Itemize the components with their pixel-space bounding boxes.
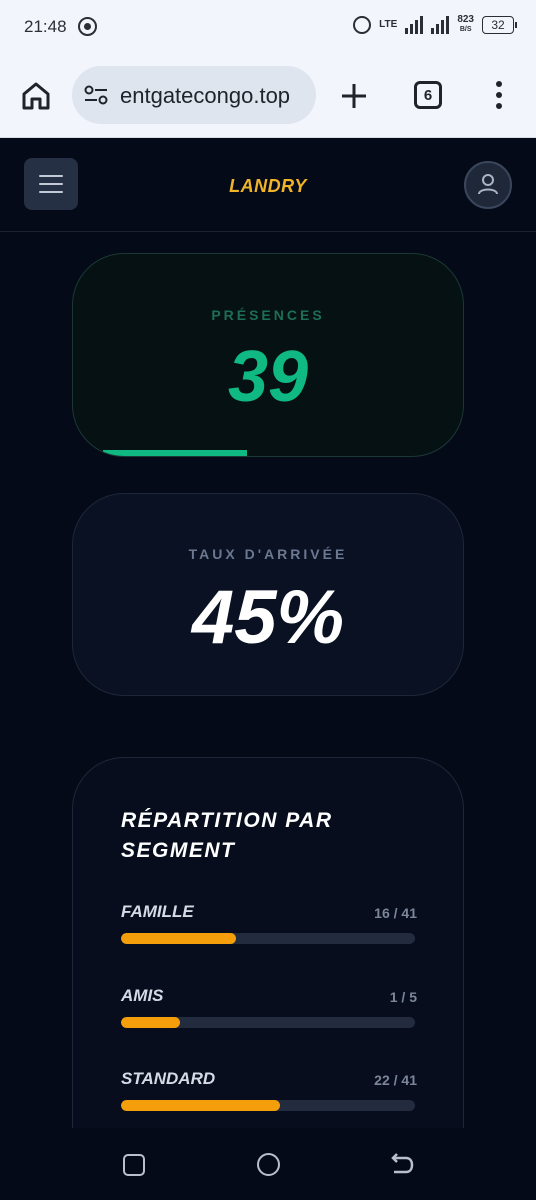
arrival-rate-value: 45% [191,575,345,660]
segment-fill [121,933,236,944]
alarm-icon [353,16,372,34]
presences-value: 39 [227,337,309,417]
presences-progress-bar [103,450,247,456]
recent-apps-icon[interactable] [123,1154,145,1176]
signal-icon-2 [431,16,450,34]
segment-track [121,1017,415,1028]
network-speed-value: 823 [457,14,474,25]
user-icon [478,174,498,195]
segment-fill [121,1100,280,1111]
battery-level: 32 [491,18,505,32]
presences-label: PRÉSENCES [211,307,325,323]
network-speed: 823 B/S [457,15,474,35]
presences-card: PRÉSENCES 39 [72,253,464,457]
segment-name: STANDARD [121,1069,216,1088]
new-tab-icon[interactable] [339,81,369,111]
browser-toolbar: entgatecongo.top 6 [0,56,536,138]
brand-title: LANDRY [229,176,307,196]
menu-icon[interactable] [495,81,503,111]
status-right-group: LTE 823 B/S 32 [353,15,517,35]
arrival-rate-label: TAUX D'ARRIVÉE [188,546,348,562]
segment-count: 22 / 41 [374,1072,417,1088]
user-button[interactable] [464,161,512,209]
url-text[interactable]: entgatecongo.top [120,83,290,109]
url-bar[interactable]: entgatecongo.top [72,66,316,124]
segment-name: AMIS [121,986,164,1005]
segment-row-famille: FAMILLE 16 / 41 [121,902,417,948]
segment-title: RÉPARTITION PAR SEGMENT [121,809,333,862]
segment-breakdown-card: RÉPARTITION PAR SEGMENT FAMILLE 16 / 41 … [72,757,464,1177]
network-type: LTE [379,19,398,30]
arrival-rate-card: TAUX D'ARRIVÉE 45% [72,493,464,696]
battery-icon: 32 [482,16,517,34]
status-time: 21:48 [24,17,67,36]
segment-row-standard: STANDARD 22 / 41 [121,1069,417,1115]
segment-track [121,933,415,944]
segment-count: 16 / 41 [374,905,417,921]
segment-name: FAMILLE [121,902,194,921]
tab-count: 6 [423,86,433,104]
system-nav-bar [0,1128,536,1200]
whatsapp-icon [78,17,97,36]
home-icon[interactable] [20,80,52,112]
app-header: LANDRY [0,138,536,232]
status-bar: 21:48 LTE 823 B/S 32 [0,0,536,56]
segment-row-amis: AMIS 1 / 5 [121,986,417,1032]
home-circle-icon[interactable] [257,1153,280,1176]
segment-track [121,1100,415,1111]
network-speed-unit: B/S [459,26,472,33]
segment-count: 1 / 5 [389,989,417,1005]
back-icon[interactable] [388,1152,414,1178]
signal-icon [405,16,424,34]
tabs-icon[interactable]: 6 [414,81,442,109]
site-settings-icon[interactable] [84,85,108,105]
segment-fill [121,1017,180,1028]
